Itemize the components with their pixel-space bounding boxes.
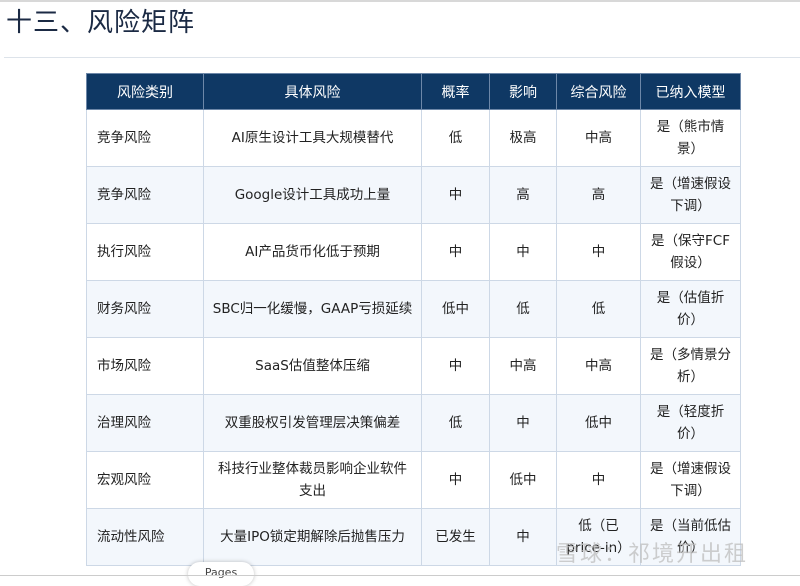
table-row: 财务风险 SBC归一化缓慢，GAAP亏损延续 低中低低是（估值折价） — [86, 280, 741, 338]
table-cell: 中高 — [556, 337, 641, 395]
table-cell: 中 — [556, 451, 641, 509]
table-cell: SBC归一化缓慢，GAAP亏损延续 — [203, 280, 422, 338]
table-cell: 高 — [556, 166, 641, 224]
table-cell: 中 — [489, 508, 557, 566]
table-cell: 中 — [421, 451, 490, 509]
table-cell: 高 — [489, 166, 557, 224]
table-cell: 低 — [421, 109, 490, 167]
table-cell: 是（增速假设下调） — [640, 451, 741, 509]
table-cell: 财务风险 — [86, 280, 204, 338]
table-cell: 中 — [489, 223, 557, 281]
table-cell: 低（已price-in） — [556, 508, 641, 566]
column-header: 具体风险 — [203, 73, 422, 110]
pages-tab[interactable]: Pages — [188, 562, 254, 586]
column-header: 综合风险 — [556, 73, 641, 110]
table-row: 治理风险 双重股权引发管理层决策偏差低中低中 是（轻度折价） — [86, 394, 741, 452]
table-cell: 中高 — [556, 109, 641, 167]
section-title: 十三、风险矩阵 — [6, 8, 196, 38]
table-cell: AI产品货币化低于预期 — [203, 223, 422, 281]
table-header-row: 风险类别 具体风险 概率 影响 综合风险 已纳入模型 — [86, 73, 741, 110]
table-row: 执行风险 AI产品货币化低于预期中中中是（保守FCF假设） — [86, 223, 741, 281]
table-cell: 科技行业整体裁员影响企业软件支出 — [203, 451, 422, 509]
table-cell: 市场风险 — [86, 337, 204, 395]
column-header: 影响 — [489, 73, 557, 110]
table-cell: 是（熊市情景） — [640, 109, 741, 167]
table-cell: 竞争风险 — [86, 109, 204, 167]
table-cell: 中 — [489, 394, 557, 452]
table-row: 竞争风险 Google设计工具成功上量中高高是（增速假设下调） — [86, 166, 741, 224]
table-cell: 中 — [421, 166, 490, 224]
column-header: 概率 — [421, 73, 490, 110]
divider — [4, 57, 800, 58]
table-cell: SaaS估值整体压缩 — [203, 337, 422, 395]
table-cell: 执行风险 — [86, 223, 204, 281]
column-header: 风险类别 — [86, 73, 204, 110]
table-cell: 已发生 — [421, 508, 490, 566]
table-cell: 低中 — [489, 451, 557, 509]
risk-matrix-table: 风险类别 具体风险 概率 影响 综合风险 已纳入模型 竞争风险 AI原生设计工具大规模替代低… — [86, 73, 741, 566]
table-cell: 是（估值折价） — [640, 280, 741, 338]
table-cell: 是（当前低估价） — [640, 508, 741, 566]
table-row: 流动性风险 大量IPO锁定期解除后抛售压力 已发生中低（已price-in） 是（当前… — [86, 508, 741, 566]
table-cell: 大量IPO锁定期解除后抛售压力 — [203, 508, 422, 566]
table-row: 宏观风险 科技行业整体裁员影响企业软件支出中低中中是（增速假设下调） — [86, 451, 741, 509]
table-cell: 是（增速假设下调） — [640, 166, 741, 224]
table-cell: 低 — [421, 394, 490, 452]
table-cell: Google设计工具成功上量 — [203, 166, 422, 224]
table-cell: AI原生设计工具大规模替代 — [203, 109, 422, 167]
table-cell: 是（轻度折价） — [640, 394, 741, 452]
table-row: 竞争风险 AI原生设计工具大规模替代低极高 中高 是（熊市情景） — [86, 109, 741, 167]
table-cell: 中 — [421, 223, 490, 281]
table-cell: 治理风险 — [86, 394, 204, 452]
table-cell: 流动性风险 — [86, 508, 204, 566]
table-cell: 低中 — [421, 280, 490, 338]
table-cell: 竞争风险 — [86, 166, 204, 224]
table-cell: 双重股权引发管理层决策偏差 — [203, 394, 422, 452]
table-cell: 低 — [489, 280, 557, 338]
table-cell: 低 — [556, 280, 641, 338]
table-cell: 低中 — [556, 394, 641, 452]
table-cell: 是（保守FCF假设） — [640, 223, 741, 281]
table-cell: 宏观风险 — [86, 451, 204, 509]
table-cell: 中 — [421, 337, 490, 395]
table-cell: 是（多情景分析） — [640, 337, 741, 395]
table-cell: 中 — [556, 223, 641, 281]
table-row: 市场风险 SaaS估值整体压缩中中高 中高 是（多情景分析） — [86, 337, 741, 395]
column-header: 已纳入模型 — [640, 73, 741, 110]
bottom-border — [0, 575, 800, 576]
table-cell: 极高 — [489, 109, 557, 167]
table-cell: 中高 — [489, 337, 557, 395]
